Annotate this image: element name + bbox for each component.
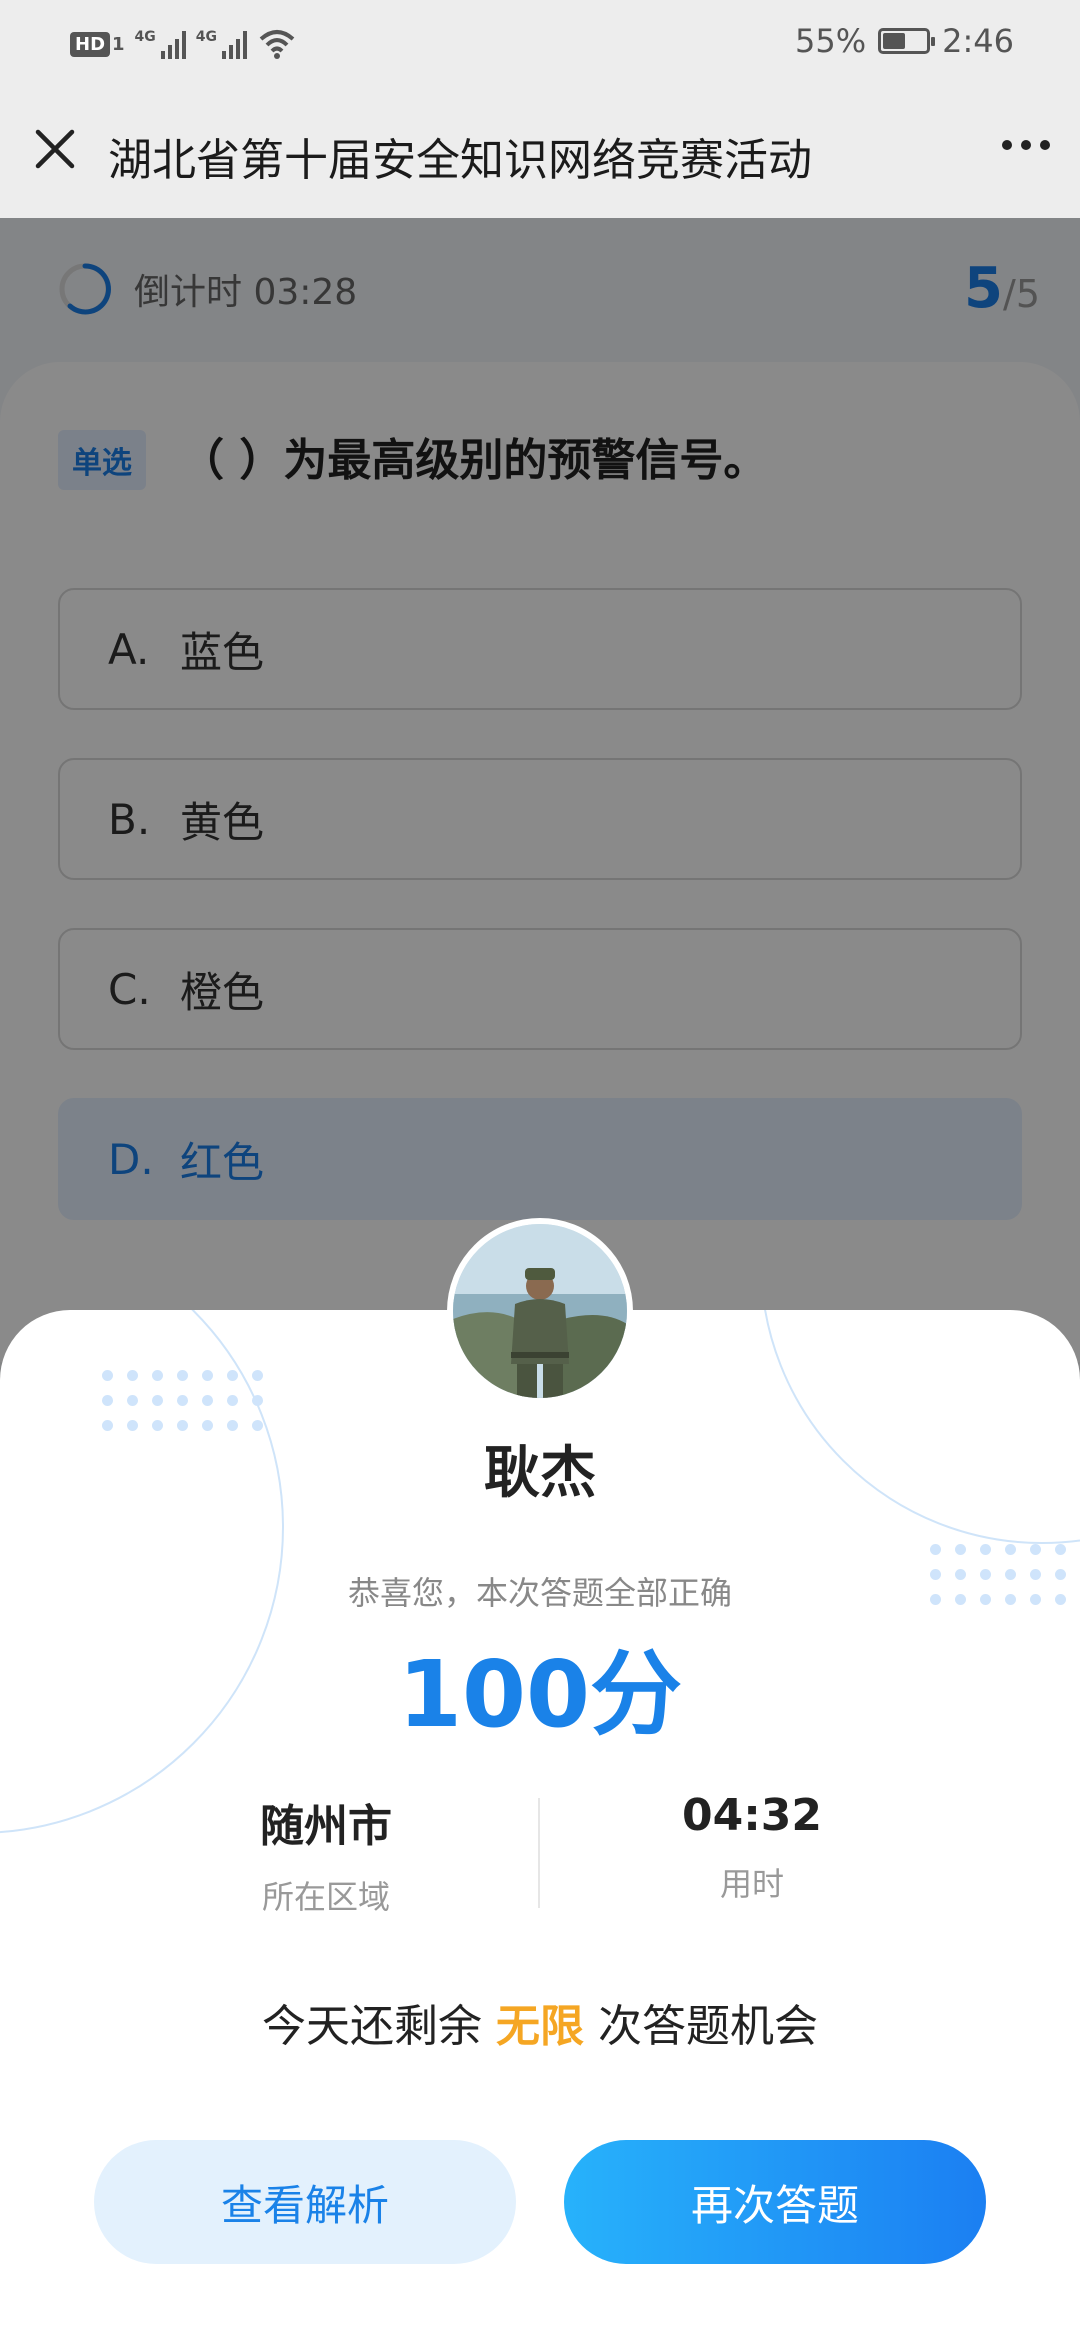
page-title: 湖北省第十届安全知识网络竞赛活动	[108, 135, 812, 186]
avatar-photo-icon	[453, 1224, 627, 1398]
user-name: 耿杰	[484, 1441, 596, 1506]
nav-bar: 湖北省第十届安全知识网络竞赛活动	[0, 90, 1080, 218]
retry-button[interactable]: 再次答题	[564, 2140, 986, 2264]
close-icon[interactable]	[30, 124, 80, 174]
battery-percent: 55%	[795, 22, 867, 60]
avatar	[447, 1218, 633, 1404]
status-bar: HD 1 4G 4G 55% 2:46	[0, 0, 1080, 90]
result-sheet: 耿杰 恭喜您，本次答题全部正确 100分 随州市 所在区域 04:32 用时 今…	[0, 1310, 1080, 2340]
battery-icon	[878, 28, 936, 54]
status-left: HD 1 4G 4G	[70, 24, 297, 64]
congrats-text: 恭喜您，本次答题全部正确	[347, 1574, 732, 1612]
decor-dots-left	[102, 1370, 263, 1431]
wifi-icon	[259, 30, 295, 59]
status-right: 55% 2:46	[795, 22, 1014, 60]
remaining-chances: 今天还剩余 无限 次答题机会	[0, 1990, 1080, 2054]
hd-sub: 1	[112, 33, 125, 55]
time-label: 用时	[719, 1865, 784, 1903]
hd-icon: HD	[70, 31, 111, 57]
remain-highlight: 无限	[496, 2001, 584, 2052]
signal-icon-2: 4G	[195, 29, 248, 59]
time-value: 04:32	[681, 1790, 823, 1841]
time-stat: 04:32 用时	[482, 1790, 1022, 1905]
clock: 2:46	[942, 22, 1014, 60]
more-icon[interactable]	[1002, 140, 1050, 150]
score: 100分	[397, 1641, 683, 1748]
network-type-label: 4G	[134, 29, 156, 45]
remain-suffix: 次答题机会	[584, 2001, 818, 2052]
review-button[interactable]: 查看解析	[94, 2140, 516, 2264]
remain-prefix: 今天还剩余	[262, 2001, 496, 2052]
signal-icon: 4G	[135, 29, 186, 59]
network-type-label-2: 4G	[195, 29, 218, 45]
